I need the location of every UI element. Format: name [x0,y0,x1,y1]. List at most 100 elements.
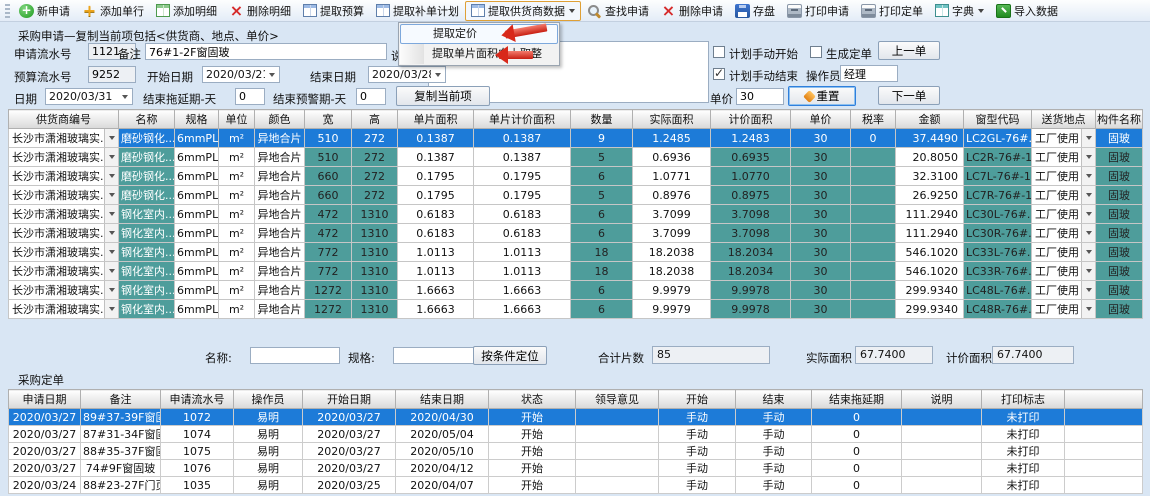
cell[interactable] [1065,460,1143,477]
cell[interactable]: 固玻 [1096,224,1143,243]
cell[interactable]: 3.7098 [711,224,791,243]
table-row[interactable]: 2020/03/2488#23-27F门页玻1035易明2020/03/2520… [9,477,1143,494]
combo-cell[interactable]: 工厂使用 [1032,148,1096,167]
table-row[interactable]: 2020/03/2789#37-39F窗固玻1072易明2020/03/2720… [9,409,1143,426]
combo-cell[interactable]: 工厂使用 [1032,205,1096,224]
combo-cell[interactable]: 工厂使用 [1032,243,1096,262]
cell[interactable]: 1.6663 [398,281,474,300]
cell[interactable]: 2020/04/07 [396,477,489,494]
combo-cell[interactable]: 长沙市潇湘玻璃实... [9,262,119,281]
cell[interactable]: LC2R-76#-1F [964,148,1032,167]
toolbar-button-delete-request[interactable]: 删除申请 [655,1,729,21]
cell[interactable]: 0.6183 [474,224,571,243]
cell[interactable]: 0 [812,443,902,460]
chevron-down-icon[interactable] [1081,129,1095,147]
chevron-down-icon[interactable] [104,186,118,204]
column-header[interactable]: 说明 [902,390,982,409]
cell[interactable]: 1.0113 [474,262,571,281]
cell[interactable] [851,262,896,281]
column-header[interactable]: 单片面积 [398,110,474,129]
column-header[interactable]: 开始日期 [303,390,396,409]
table-row[interactable]: 2020/03/2787#31-34F窗固玻1074易明2020/03/2720… [9,426,1143,443]
cell[interactable] [851,281,896,300]
cell[interactable]: 1.6663 [398,300,474,319]
combo-cell[interactable]: 长沙市潇湘玻璃实... [9,205,119,224]
cell[interactable] [1065,443,1143,460]
start-date-picker[interactable]: 2020/03/21 [202,66,280,83]
combo-cell[interactable]: 工厂使用 [1032,281,1096,300]
cell[interactable]: 开始 [489,409,576,426]
cell[interactable]: 手动 [659,477,736,494]
cell[interactable]: 0.1795 [398,167,474,186]
chevron-down-icon[interactable] [431,67,445,82]
cell[interactable]: 5 [571,186,633,205]
cell[interactable]: 1.0113 [474,243,571,262]
cell[interactable]: 2020/03/27 [9,409,81,426]
cell[interactable]: 手动 [736,477,812,494]
table-row[interactable]: 长沙市潇湘玻璃实...磨砂钢化...6mmPLE...m²异地合片5102720… [9,148,1143,167]
cell[interactable] [1065,477,1143,494]
cell[interactable]: 手动 [659,443,736,460]
copy-current-button[interactable]: 复制当前项 [396,86,490,106]
cell[interactable]: 0.1795 [474,167,571,186]
chevron-down-icon[interactable] [104,300,118,318]
cell[interactable]: 0.8976 [633,186,711,205]
cell[interactable]: 手动 [736,460,812,477]
table-row[interactable]: 长沙市潇湘玻璃实...钢化室内...6mmPLE...m²异地合片7721310… [9,243,1143,262]
cell[interactable]: m² [219,224,255,243]
cell[interactable]: 未打印 [982,443,1065,460]
warn-field[interactable] [356,88,386,105]
cell[interactable]: 0.6183 [398,205,474,224]
cell[interactable]: 660 [305,167,352,186]
cell[interactable]: 未打印 [982,409,1065,426]
cell[interactable]: 772 [305,262,352,281]
cell[interactable]: LC30R-76#... [964,224,1032,243]
cell[interactable]: 6mmPLE... [175,262,219,281]
cell[interactable]: 6mmPLE... [175,129,219,148]
cell[interactable]: m² [219,186,255,205]
cell[interactable]: m² [219,148,255,167]
column-header[interactable]: 数量 [571,110,633,129]
cell[interactable]: 660 [305,186,352,205]
cell[interactable]: 3.7099 [633,205,711,224]
cell[interactable]: 钢化室内... [119,262,175,281]
cell[interactable]: 磨砂钢化... [119,148,175,167]
toolbar-button-dictionary[interactable]: 字典 [929,1,990,21]
cell[interactable]: 1310 [352,224,398,243]
cell[interactable]: 0.1387 [474,148,571,167]
cell[interactable]: 5 [571,148,633,167]
cell[interactable]: 异地合片 [255,224,305,243]
cell[interactable]: 6 [571,224,633,243]
column-header[interactable]: 备注 [81,390,161,409]
cell[interactable]: 钢化室内... [119,300,175,319]
cell[interactable]: 开始 [489,443,576,460]
cell[interactable]: 异地合片 [255,243,305,262]
cell[interactable]: 固玻 [1096,167,1143,186]
cell[interactable] [902,426,982,443]
cell[interactable]: 30 [791,281,851,300]
cell[interactable]: 手动 [736,409,812,426]
menu-item[interactable]: 提取单片面积向上取整 [400,44,558,64]
cell[interactable]: 1.6663 [474,281,571,300]
cell[interactable]: 2020/03/27 [303,460,396,477]
cell[interactable]: LC33L-76#... [964,243,1032,262]
chevron-down-icon[interactable] [104,205,118,223]
chevron-down-icon[interactable] [1081,148,1095,166]
cell[interactable]: 30 [791,186,851,205]
cell[interactable]: 0.1387 [398,129,474,148]
cell[interactable]: LC2GL-76#... [964,129,1032,148]
column-header[interactable]: 供货商编号 [9,110,119,129]
column-header[interactable]: 单价 [791,110,851,129]
cell[interactable]: 74#9F窗固玻 [81,460,161,477]
cell[interactable]: 30 [791,262,851,281]
toolbar-button-search-request[interactable]: 查找申请 [581,1,655,21]
cell[interactable]: 6mmPLE... [175,243,219,262]
cell[interactable]: 6 [571,167,633,186]
cell[interactable]: 1272 [305,281,352,300]
toolbar-button-add-detail[interactable]: 添加明细 [150,1,223,21]
spec-filter-field[interactable] [393,347,483,364]
cell[interactable]: 0 [812,409,902,426]
cell[interactable]: LC30L-76#... [964,205,1032,224]
toolbar-button-extract-supplement-plan[interactable]: 提取补单计划 [370,1,465,21]
cell[interactable]: 固玻 [1096,148,1143,167]
